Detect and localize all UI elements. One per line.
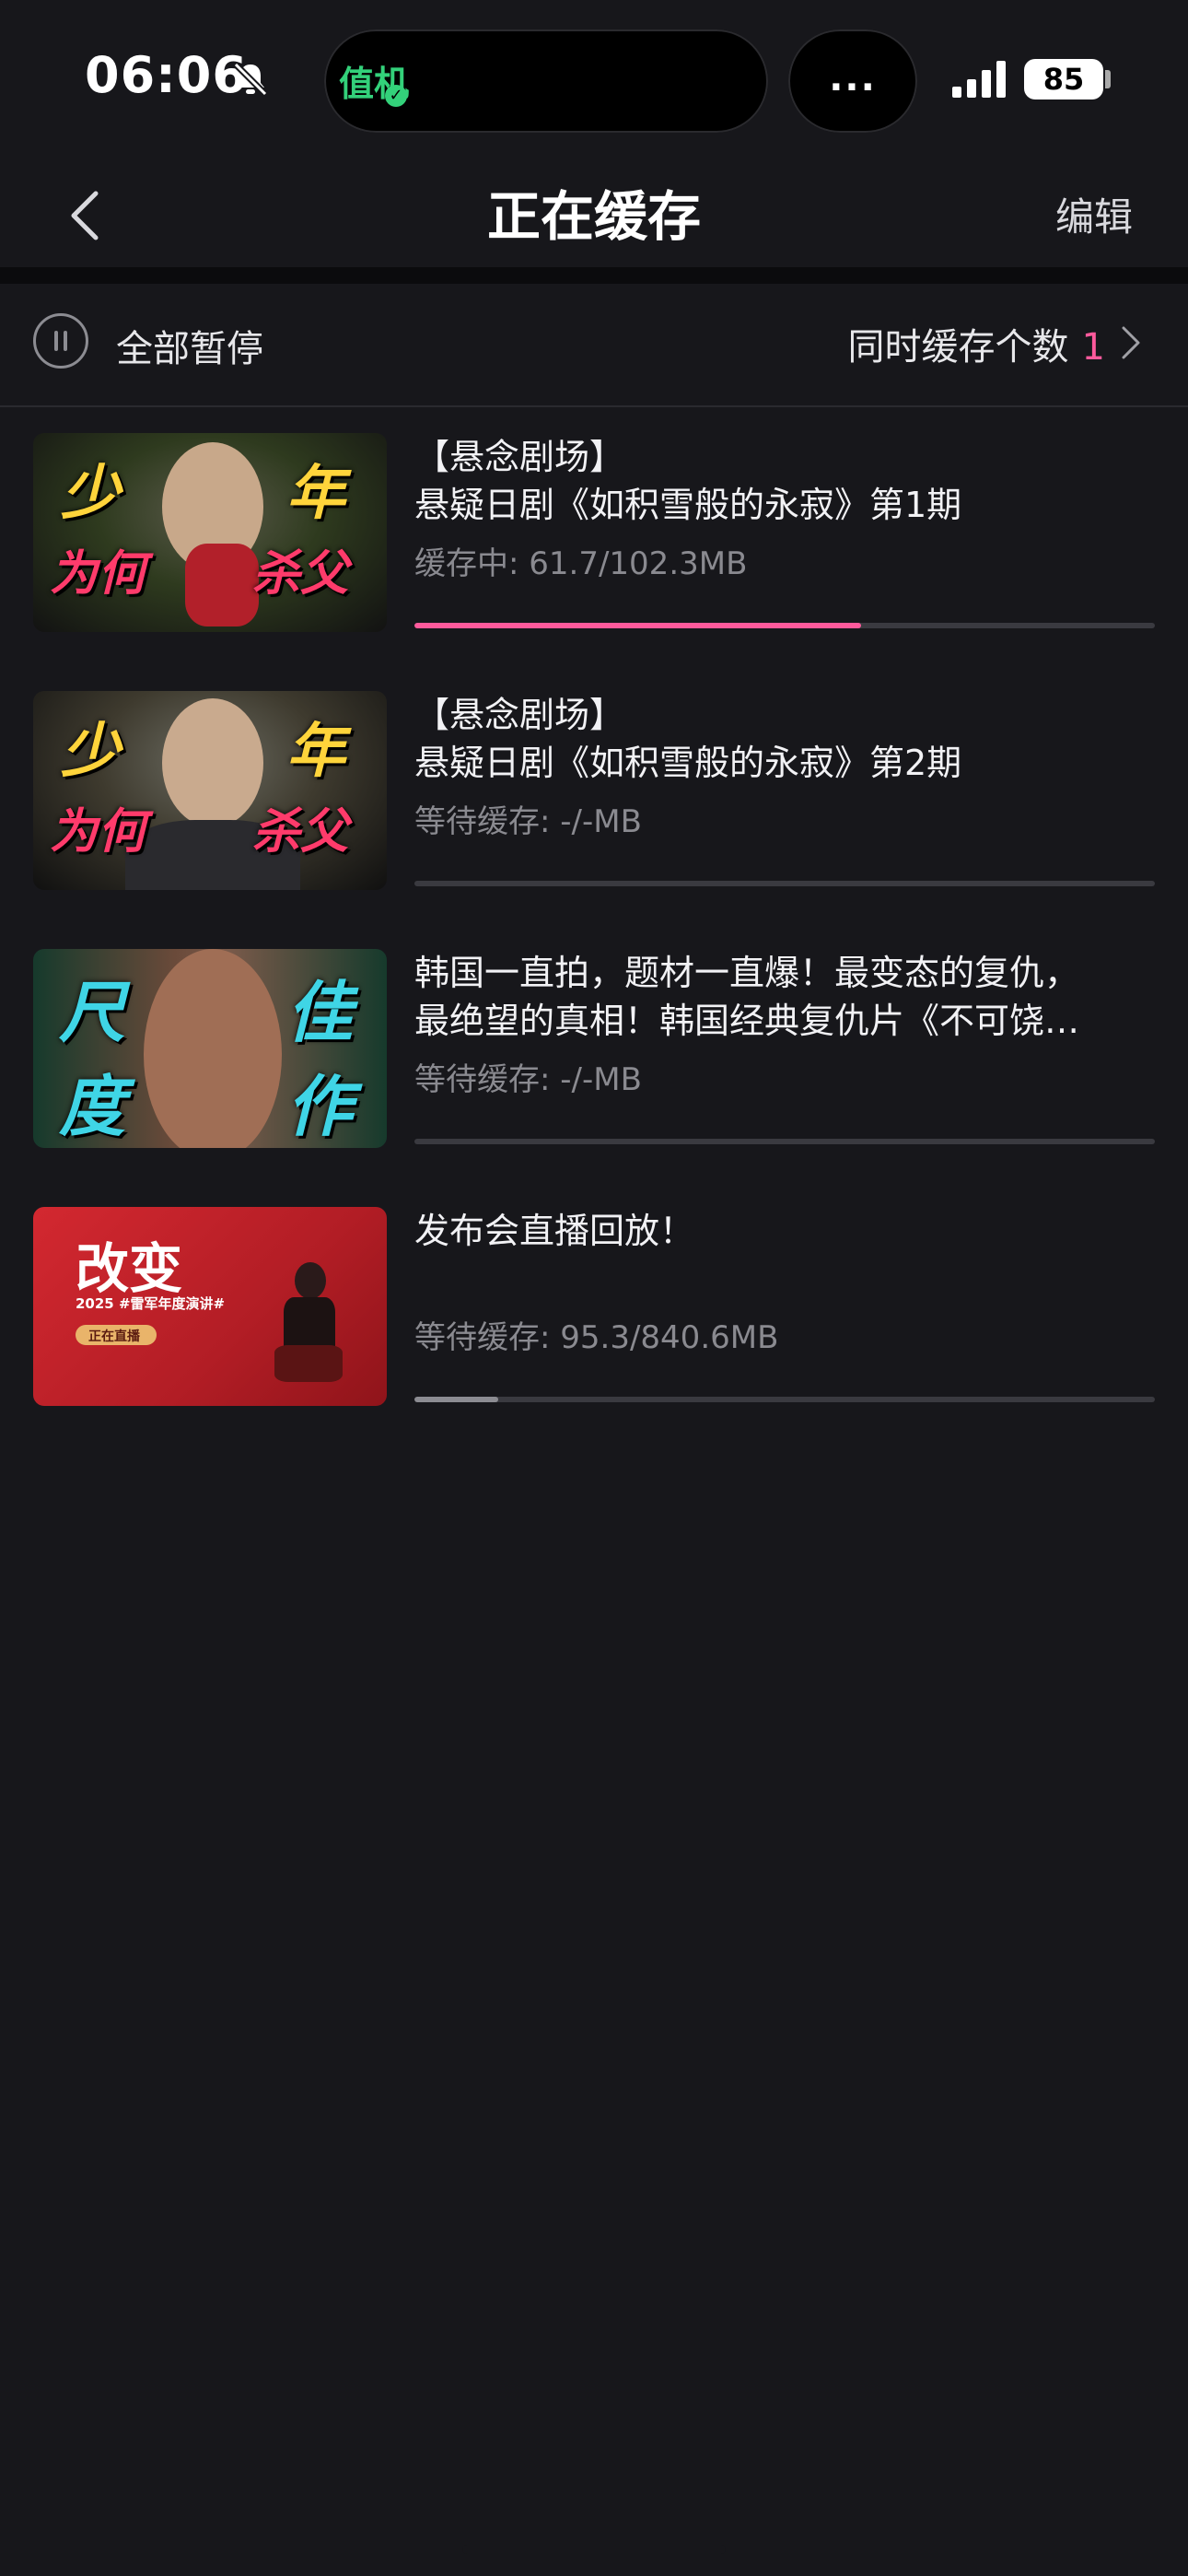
- thumbnail-text: 杀父: [252, 546, 349, 602]
- progress-fill: [414, 623, 861, 628]
- battery-level: 85: [1024, 59, 1103, 100]
- thumbnail-text: 少: [61, 460, 120, 528]
- item-title: 发布会直播回放！: [414, 1211, 695, 1251]
- status-time: 06:06: [85, 46, 248, 104]
- thumbnail-text: 杀父: [252, 804, 349, 860]
- item-status: 缓存中: 61.7/102.3MB: [414, 545, 748, 582]
- video-thumbnail[interactable]: 尺 佳 度 作: [33, 949, 387, 1148]
- thumbnail-figure: [162, 698, 263, 827]
- thumbnail-text: 年: [286, 718, 345, 786]
- muted-bell-icon: [233, 62, 268, 97]
- progress-bar: [414, 1397, 1155, 1402]
- thumbnail-text: 少: [61, 718, 120, 786]
- download-item[interactable]: 尺 佳 度 作 韩国一直拍，题材一直爆！最变态的复仇， 最绝望的真相！韩国经典复…: [0, 921, 1188, 1148]
- item-status: 等待缓存: -/-MB: [414, 1061, 642, 1098]
- item-title: 【悬念剧场】 悬疑日剧《如积雪般的永寂》第1期: [414, 437, 962, 525]
- thumbnail-text: 年: [286, 460, 345, 528]
- progress-bar: [414, 623, 1155, 628]
- live-badge-text: 正在直播: [88, 1329, 140, 1344]
- thumbnail-text: 为何: [50, 546, 146, 602]
- header-divider: [0, 267, 1188, 284]
- page-title: 正在缓存: [486, 185, 701, 248]
- island-more-label: ...: [829, 57, 877, 100]
- thumbnail-chair: [274, 1345, 343, 1382]
- video-thumbnail[interactable]: 少 年 为何 杀父: [33, 433, 387, 632]
- download-item[interactable]: 少 年 为何 杀父 【悬念剧场】 悬疑日剧《如积雪般的永寂》第1期 缓存中: 6…: [0, 405, 1188, 632]
- item-info: 韩国一直拍，题材一直爆！最变态的复仇， 最绝望的真相！韩国经典复仇片《不可饶… …: [414, 949, 1155, 1144]
- item-info: 【悬念剧场】 悬疑日剧《如积雪般的永寂》第2期 等待缓存: -/-MB: [414, 691, 1155, 886]
- download-item[interactable]: 少 年 为何 杀父 【悬念剧场】 悬疑日剧《如积雪般的永寂》第2期 等待缓存: …: [0, 663, 1188, 890]
- video-thumbnail[interactable]: 改变 2025 #雷军年度演讲# 正在直播: [33, 1207, 387, 1406]
- cellular-signal-icon: [952, 61, 1006, 98]
- navigation-header: 正在缓存 编辑: [0, 147, 1188, 267]
- progress-bar: [414, 881, 1155, 886]
- thumbnail-text: 尺: [59, 974, 126, 1051]
- pause-all-button[interactable]: 全部暂停: [116, 319, 263, 372]
- video-thumbnail[interactable]: 少 年 为何 杀父: [33, 691, 387, 890]
- item-info: 发布会直播回放！ 等待缓存: 95.3/840.6MB: [414, 1207, 1155, 1402]
- item-info: 【悬念剧场】 悬疑日剧《如积雪般的永寂》第1期 缓存中: 61.7/102.3M…: [414, 433, 1155, 628]
- thumbnail-text: 佳: [286, 974, 354, 1051]
- status-bar: 06:06 值机 ✓ ... 85: [0, 0, 1188, 147]
- chevron-right-icon[interactable]: [1120, 324, 1142, 361]
- concurrency-label: 同时缓存个数: [847, 326, 1069, 369]
- download-controls: 全部暂停 同时缓存个数 1: [0, 284, 1188, 407]
- item-status: 等待缓存: 95.3/840.6MB: [414, 1319, 779, 1356]
- home-indicator: [462, 2545, 726, 2554]
- item-status: 等待缓存: -/-MB: [414, 803, 642, 840]
- edit-button[interactable]: 编辑: [1055, 186, 1133, 242]
- thumbnail-text: 2025 #雷军年度演讲#: [76, 1295, 226, 1312]
- thumbnail-text: 为何: [50, 804, 146, 860]
- concurrency-value: 1: [1081, 326, 1105, 369]
- progress-fill: [414, 1397, 498, 1402]
- thumbnail-text: 改变: [76, 1237, 183, 1300]
- thumbnail-text: 度: [59, 1068, 126, 1145]
- island-check-icon: ✓: [385, 85, 407, 107]
- progress-bar: [414, 1139, 1155, 1144]
- thumbnail-text: 作: [286, 1068, 354, 1145]
- download-item[interactable]: 改变 2025 #雷军年度演讲# 正在直播 发布会直播回放！ 等待缓存: 95.…: [0, 1179, 1188, 1406]
- thumbnail-figure: [185, 544, 259, 626]
- item-title: 韩国一直拍，题材一直爆！最变态的复仇， 最绝望的真相！韩国经典复仇片《不可饶…: [414, 953, 1080, 1041]
- thumbnail-figure: [295, 1262, 326, 1299]
- pause-all-icon[interactable]: [33, 313, 88, 369]
- concurrency-setting[interactable]: 同时缓存个数 1: [848, 317, 1105, 370]
- item-title: 【悬念剧场】 悬疑日剧《如积雪般的永寂》第2期: [414, 695, 962, 783]
- battery-tip-icon: [1105, 70, 1111, 88]
- thumbnail-figure: [144, 949, 282, 1148]
